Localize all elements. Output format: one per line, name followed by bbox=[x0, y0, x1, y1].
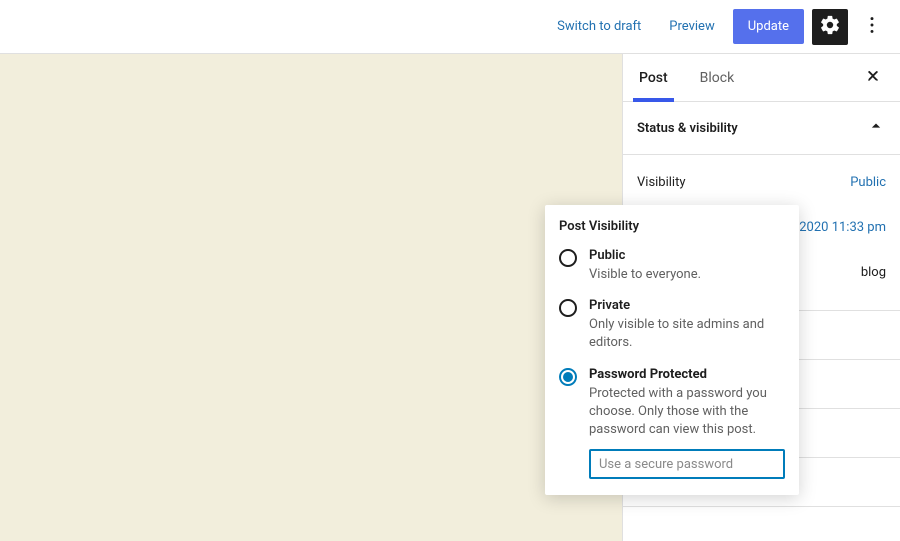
chevron-up-icon bbox=[866, 116, 886, 140]
visibility-label: Visibility bbox=[637, 175, 686, 190]
close-sidebar-button[interactable] bbox=[858, 61, 888, 94]
password-input[interactable] bbox=[589, 449, 785, 479]
tab-block[interactable]: Block bbox=[696, 54, 739, 101]
option-label: Public bbox=[589, 248, 701, 263]
switch-to-draft-button[interactable]: Switch to draft bbox=[547, 11, 651, 42]
radio-icon bbox=[559, 249, 577, 267]
option-label: Private bbox=[589, 298, 785, 313]
popover-title: Post Visibility bbox=[559, 219, 785, 234]
visibility-option-public[interactable]: Public Visible to everyone. bbox=[559, 248, 785, 284]
format-value: blog bbox=[861, 265, 886, 280]
panel-title: Status & visibility bbox=[637, 121, 738, 136]
option-description: Visible to everyone. bbox=[589, 266, 701, 284]
option-description: Protected with a password you choose. On… bbox=[589, 385, 785, 440]
update-button[interactable]: Update bbox=[733, 9, 804, 44]
sidebar-tabs: Post Block bbox=[623, 54, 900, 102]
editor-canvas[interactable] bbox=[0, 54, 622, 541]
close-icon bbox=[864, 67, 882, 88]
visibility-value[interactable]: Public bbox=[850, 175, 886, 190]
kebab-icon bbox=[861, 14, 883, 39]
visibility-option-password[interactable]: Password Protected Protected with a pass… bbox=[559, 367, 785, 440]
gear-icon bbox=[819, 14, 841, 39]
tab-post[interactable]: Post bbox=[635, 54, 672, 101]
post-visibility-popover: Post Visibility Public Visible to everyo… bbox=[545, 205, 799, 495]
panel-status-visibility-header[interactable]: Status & visibility bbox=[623, 102, 900, 155]
more-options-button[interactable] bbox=[856, 9, 888, 45]
top-toolbar: Switch to draft Preview Update bbox=[0, 0, 900, 54]
option-label: Password Protected bbox=[589, 367, 785, 382]
publish-value[interactable]: 2020 11:33 pm bbox=[799, 220, 886, 235]
preview-button[interactable]: Preview bbox=[659, 11, 724, 42]
option-description: Only visible to site admins and editors. bbox=[589, 316, 785, 352]
radio-icon bbox=[559, 368, 577, 386]
visibility-option-private[interactable]: Private Only visible to site admins and … bbox=[559, 298, 785, 352]
radio-icon bbox=[559, 299, 577, 317]
settings-button[interactable] bbox=[812, 9, 848, 45]
